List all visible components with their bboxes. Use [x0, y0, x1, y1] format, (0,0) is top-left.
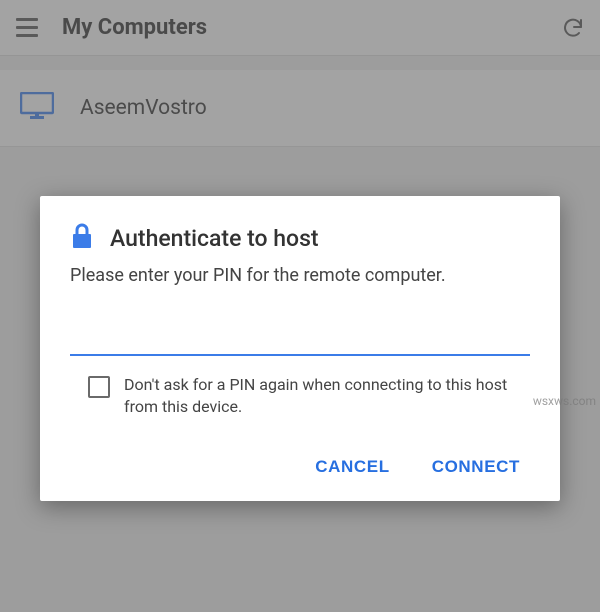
remember-option: Don't ask for a PIN again when connectin… — [70, 374, 530, 417]
pin-input[interactable] — [70, 308, 530, 356]
dialog-title: Authenticate to host — [110, 225, 319, 252]
lock-icon — [70, 222, 94, 254]
auth-dialog: Authenticate to host Please enter your P… — [40, 196, 560, 501]
cancel-button[interactable]: CANCEL — [311, 449, 393, 485]
modal-scrim: Authenticate to host Please enter your P… — [0, 0, 600, 612]
dialog-body-text: Please enter your PIN for the remote com… — [70, 264, 530, 288]
connect-button[interactable]: CONNECT — [428, 449, 524, 485]
remember-checkbox[interactable] — [88, 376, 110, 398]
dialog-actions: CANCEL CONNECT — [70, 449, 530, 485]
dialog-header: Authenticate to host — [70, 222, 530, 254]
remember-label: Don't ask for a PIN again when connectin… — [124, 374, 530, 417]
